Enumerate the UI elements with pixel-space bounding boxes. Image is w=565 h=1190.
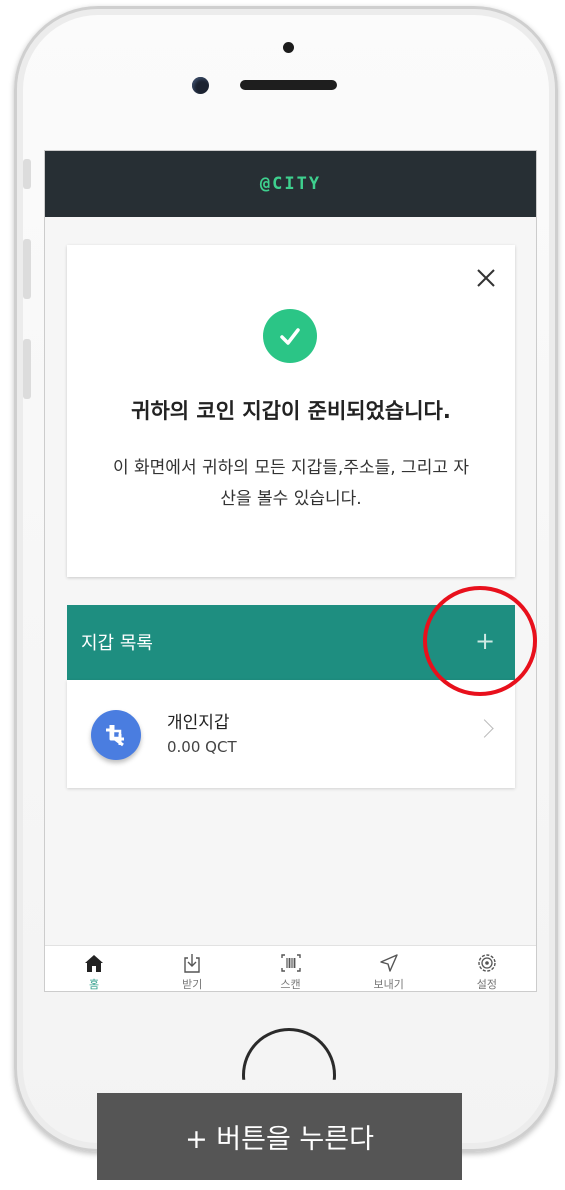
wallet-balance: 0.00 QCT <box>167 738 237 756</box>
card-title: 귀하의 코인 지갑이 준비되었습니다. <box>131 399 451 423</box>
phone-sensor <box>283 42 294 53</box>
nav-label: 스캔 <box>280 978 301 991</box>
nav-home[interactable]: 홈 <box>45 946 143 991</box>
check-circle-icon <box>263 309 317 363</box>
receive-icon <box>184 954 200 973</box>
nav-settings[interactable]: 설정 <box>438 946 536 991</box>
phone-camera <box>192 77 209 94</box>
nav-send[interactable]: 보내기 <box>340 946 438 991</box>
wallet-logo-icon <box>106 725 124 747</box>
chevron-right-icon <box>475 719 494 738</box>
nav-receive[interactable]: 받기 <box>143 946 241 991</box>
phone-side-button <box>23 239 31 299</box>
phone-speaker <box>240 80 337 90</box>
scan-icon <box>280 954 301 972</box>
nav-label: 보내기 <box>373 978 404 991</box>
phone-side-button <box>23 339 31 399</box>
highlight-circle <box>423 586 537 696</box>
wallet-list-item[interactable]: 개인지갑 0.00 QCT <box>67 680 515 788</box>
wallet-name: 개인지갑 <box>167 713 230 733</box>
nav-label: 설정 <box>476 978 498 991</box>
app-logo: @CITY <box>259 174 322 194</box>
app-header: @CITY <box>45 151 536 217</box>
card-description: 이 화면에서 귀하의 모든 지갑들,주소들, 그리고 자산을 볼수 있습니다. <box>112 458 470 509</box>
wallet-list-title: 지갑 목록 <box>81 633 153 654</box>
bottom-navigation: 홈 받기 스캔 보내기 설정 <box>45 945 536 991</box>
phone-side-button <box>23 159 31 189</box>
wallet-ready-card: 귀하의 코인 지갑이 준비되었습니다. 이 화면에서 귀하의 모든 지갑들,주소… <box>67 245 515 577</box>
instruction-caption: + 버튼을 누른다 <box>97 1093 462 1180</box>
settings-icon <box>478 954 496 972</box>
close-icon[interactable] <box>475 267 497 289</box>
nav-scan[interactable]: 스캔 <box>241 946 339 991</box>
app-screen: @CITY 귀하의 코인 지갑이 준비되었습니다. 이 화면에서 귀하의 모든 … <box>44 150 537 992</box>
send-icon <box>380 954 398 972</box>
nav-label: 홈 <box>89 978 100 991</box>
nav-label: 받기 <box>182 978 203 991</box>
wallet-avatar <box>91 710 141 760</box>
home-icon <box>85 955 104 972</box>
